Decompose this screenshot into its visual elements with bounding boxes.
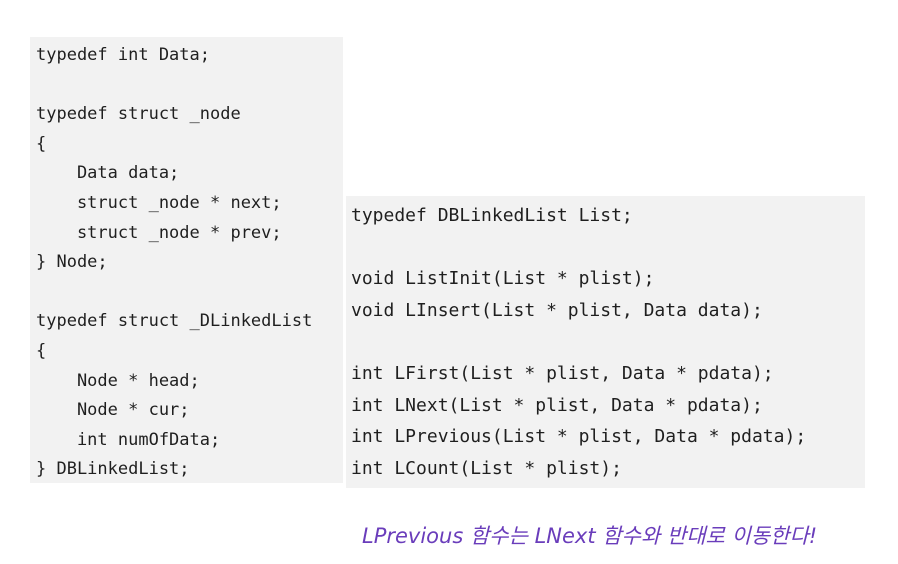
- code-line: int LNext(List * plist, Data * pdata);: [351, 394, 763, 416]
- code-line: {: [36, 133, 47, 154]
- code-line: void LInsert(List * plist, Data data);: [351, 299, 763, 321]
- code-line: struct _node * next;: [36, 192, 282, 213]
- code-line: Data data;: [36, 163, 180, 184]
- code-line: {: [36, 340, 47, 361]
- code-line: int LFirst(List * plist, Data * pdata);: [351, 362, 774, 384]
- code-line: void ListInit(List * plist);: [351, 268, 655, 290]
- code-line: typedef struct _DLinkedList: [36, 311, 313, 332]
- code-line: Node * head;: [36, 370, 200, 391]
- code-line: int numOfData;: [36, 429, 221, 450]
- code-line: int LPrevious(List * plist, Data * pdata…: [351, 426, 807, 448]
- code-line: } DBLinkedList;: [36, 459, 190, 480]
- code-line: } Node;: [36, 252, 108, 273]
- code-line: typedef DBLinkedList List;: [351, 205, 633, 226]
- struct-definitions-code-block: typedef int Data; typedef struct _node {…: [30, 37, 343, 483]
- code-line: typedef struct _node: [36, 104, 241, 125]
- code-line: typedef int Data;: [36, 45, 210, 65]
- code-line: int LCount(List * plist);: [351, 457, 622, 479]
- function-declarations-code-block: typedef DBLinkedList List; void ListInit…: [346, 196, 865, 488]
- code-line: Node * cur;: [36, 400, 190, 421]
- handwritten-annotation: LPrevious 함수는 LNext 함수와 반대로 이동한다!: [362, 524, 818, 548]
- code-line: struct _node * prev;: [36, 222, 282, 243]
